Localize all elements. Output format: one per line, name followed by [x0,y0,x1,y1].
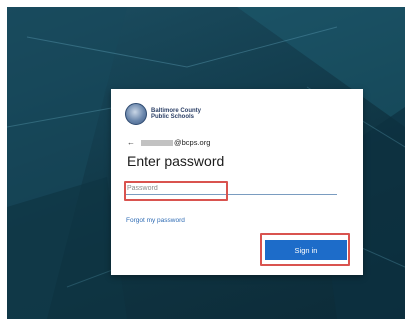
org-logo: Baltimore County Public Schools [125,103,211,125]
forgot-password-link[interactable]: Forgot my password [126,217,185,224]
email-suffix: @bcps.org [174,138,211,147]
back-arrow-icon[interactable]: ← [127,138,135,147]
redacted-username [141,139,173,146]
sign-in-highlight-box [260,233,350,266]
org-name: Baltimore County Public Schools [151,108,211,121]
identity-row: ← @bcps.org [127,138,210,147]
district-seal-icon [125,103,147,125]
page-title: Enter password [127,153,225,169]
org-name-line2: Public Schools [151,114,195,120]
password-highlight-box [124,181,228,201]
